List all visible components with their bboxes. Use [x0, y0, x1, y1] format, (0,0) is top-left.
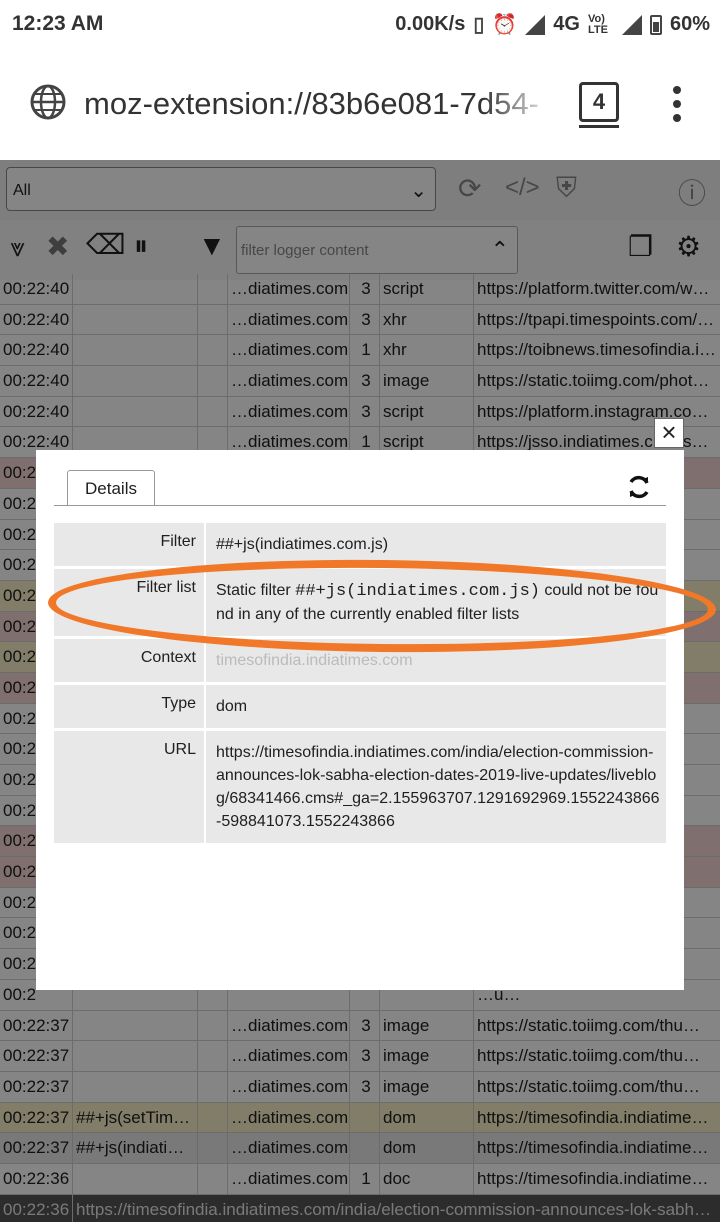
url-field[interactable]: moz-extension://83b6e081-7d54-: [84, 86, 554, 122]
refresh-icon[interactable]: [626, 474, 652, 500]
signal-icon-2: [621, 14, 642, 35]
clock: 12:23 AM: [12, 12, 104, 35]
vibrate-icon: ▯: [473, 14, 485, 36]
battery-level: 60%: [669, 13, 710, 35]
globe-icon[interactable]: [30, 84, 66, 120]
tab-details[interactable]: Details: [67, 470, 155, 506]
net-speed: 0.00K/s: [395, 13, 466, 35]
detail-key: Context: [54, 639, 206, 682]
status-icons: 0.00K/s ▯ ⏰ 4G Vo) LTE 60%: [395, 12, 710, 37]
detail-value: ##+js(indiatimes.com.js): [216, 536, 389, 553]
battery-icon: [649, 14, 662, 35]
details-dialog: Details Filter ##+js(indiatimes.com.js) …: [36, 450, 684, 990]
signal-icon: [525, 14, 546, 35]
tab-counter-button[interactable]: 4: [579, 82, 619, 128]
alarm-icon: ⏰: [492, 14, 518, 36]
volte-icon: Vo) LTE: [587, 12, 608, 36]
overflow-menu-icon[interactable]: [670, 86, 684, 122]
tab-divider: [54, 505, 666, 506]
detail-value: dom: [216, 698, 248, 715]
status-bar: 12:23 AM 0.00K/s ▯ ⏰ 4G Vo) LTE 60%: [0, 0, 720, 50]
detail-value: https://timesofindia.indiatimes.com/indi…: [216, 744, 660, 830]
detail-row-type: Type dom: [54, 685, 666, 728]
detail-key: Filter: [54, 523, 206, 566]
detail-key: Type: [54, 685, 206, 728]
detail-key: URL: [54, 731, 206, 843]
browser-toolbar: moz-extension://83b6e081-7d54- 4: [0, 50, 720, 160]
network-type: 4G: [553, 13, 580, 35]
close-icon[interactable]: ×: [654, 418, 684, 448]
detail-row-url: URL https://timesofindia.indiatimes.com/…: [54, 731, 666, 843]
